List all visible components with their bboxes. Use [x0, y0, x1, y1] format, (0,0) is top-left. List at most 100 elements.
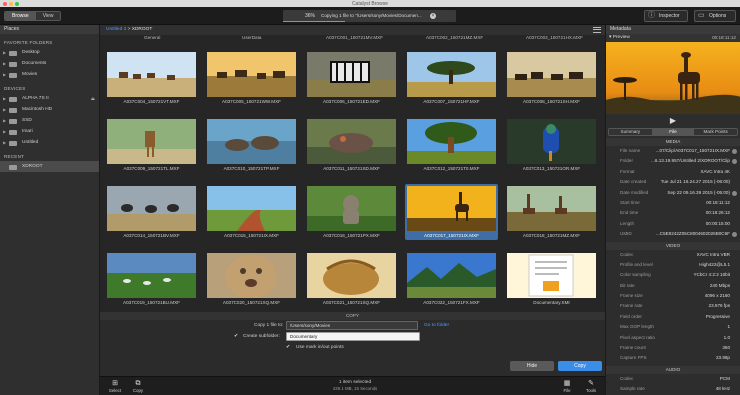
sidebar-item-label: Untitled: [22, 140, 39, 145]
metadata-row: Length 00:00:15:00: [606, 219, 740, 229]
audio-section-title: AUDIO: [606, 365, 740, 374]
use-mark-checkbox[interactable]: ✔: [286, 344, 290, 350]
sidebar-item-xdroot[interactable]: XDROOT: [0, 161, 99, 172]
eject-icon[interactable]: ⏏: [91, 93, 95, 104]
disclosure-icon[interactable]: ▶: [3, 69, 6, 80]
disclosure-icon[interactable]: ▶: [3, 58, 6, 69]
view-tab[interactable]: View: [35, 12, 61, 20]
sidebar-item-desktop[interactable]: ▶ Desktop: [0, 47, 99, 58]
info-icon[interactable]: [732, 149, 737, 154]
clip-filename: A037C015_150721IX.MXF: [224, 233, 279, 238]
clip-thumbnail[interactable]: A037C012_150721T0.MXF: [405, 117, 498, 173]
copy-toolbar-button[interactable]: ⧉ Copy: [127, 379, 149, 395]
disclosure-icon[interactable]: ▶: [3, 115, 6, 126]
clip-thumbnail[interactable]: A037C017_150721IX.MXF: [405, 184, 498, 240]
metadata-row: Pixel aspect ratio 1.0: [606, 333, 740, 343]
clip-thumbnail[interactable]: A037C016_150721PX.MXF: [305, 184, 398, 240]
disclosure-icon[interactable]: ▶: [3, 93, 6, 104]
disclosure-icon[interactable]: ▶: [3, 126, 6, 137]
sidebar-item-macintosh-hd[interactable]: ▶ Macintosh HD: [0, 104, 99, 115]
wrench-icon: ✎: [588, 380, 594, 387]
clip-filename: A037C006_150721ED.MXF: [323, 99, 380, 104]
metadata-key: Sample rate: [620, 386, 645, 392]
play-icon[interactable]: ▶: [606, 114, 740, 128]
sidebar-item-ssd[interactable]: ▶ SSD: [0, 115, 99, 126]
metadata-key: Capture FPS: [620, 355, 647, 361]
clip-label-c002[interactable]: A037C002_150721MZ.MXF: [426, 35, 483, 40]
sidebar-item-movies[interactable]: ▶ Movies: [0, 69, 99, 80]
clip-thumbnail[interactable]: A037C019_150721BU.MXF: [105, 251, 198, 307]
clip-preview-image: [207, 186, 296, 231]
sidebar-item-alpha[interactable]: ▶ ALPHA 7S II ⏏: [0, 93, 99, 104]
tools-button[interactable]: ✎ Tools: [580, 379, 602, 395]
clip-thumbnail[interactable]: A037C018_150721MZ.MXF: [505, 184, 598, 240]
sidebar-item-untitled[interactable]: ▶ Untitled: [0, 137, 99, 148]
metadata-key: End time: [620, 210, 639, 216]
subfolder-field[interactable]: Documentary: [286, 332, 420, 341]
sidebar-item-label: ALPHA 7S II: [22, 96, 49, 101]
clip-filename: A037C007_150721HF.MXF: [423, 99, 480, 104]
clip-thumbnail[interactable]: A037C022_150721FX.MXF: [405, 251, 498, 307]
clip-thumbnail[interactable]: A037C014_150721BV.MXF: [105, 184, 198, 240]
hide-button[interactable]: Hide: [510, 361, 554, 371]
clip-thumbnail[interactable]: A037C006_150721ED.MXF: [305, 50, 398, 106]
tab-file[interactable]: File: [651, 129, 695, 135]
clip-thumbnail[interactable]: A037C010_150721TP.MXF: [205, 117, 298, 173]
info-icon[interactable]: [732, 159, 737, 165]
disclosure-icon[interactable]: ▶: [3, 104, 6, 115]
sidebar-item-label: SSD: [22, 118, 32, 123]
clip-thumbnail[interactable]: A037C004_150721VT.MXF: [105, 50, 198, 106]
clip-filename: A037C018_150721MZ.MXF: [522, 233, 581, 238]
sidebar-item-imari[interactable]: ▶ Imari: [0, 126, 99, 137]
sidebar-item-label: Macintosh HD: [22, 107, 53, 112]
clip-label-c003[interactable]: A037C003_150721HX.MXF: [526, 35, 583, 40]
clip-filename: A037C022_150721FX.MXF: [423, 300, 480, 305]
options-button[interactable]: ▭ Options: [694, 10, 736, 22]
clip-preview-image: [507, 52, 596, 97]
copy-button[interactable]: Copy: [558, 361, 602, 371]
clip-thumbnail[interactable]: A037C008_150721SH.MXF: [505, 50, 598, 106]
clip-thumbnail[interactable]: A037C020_150721XQ.MXF: [205, 251, 298, 307]
go-to-folder-link[interactable]: Go to folder: [424, 323, 449, 328]
preview-timecode: 00:18:11:12: [712, 35, 736, 40]
select-button[interactable]: ⊞ Select: [104, 379, 126, 395]
sidebar-item-documents[interactable]: ▶ Documents: [0, 58, 99, 69]
clip-thumbnail[interactable]: Documentary.SMI: [505, 251, 598, 307]
clip-thumbnail[interactable]: A037C005_150721WW.MXF: [205, 50, 298, 106]
copy-panel-header: COPY: [100, 312, 605, 320]
metadata-value: 360: [722, 345, 730, 351]
file-button[interactable]: ▦ File: [556, 379, 578, 395]
tab-summary[interactable]: Summary: [609, 129, 652, 135]
tab-mark-points[interactable]: Mark Points: [694, 129, 737, 135]
inspector-button[interactable]: ⓘ Inspector: [644, 10, 688, 22]
clip-thumbnail[interactable]: A037C021_150721SQ.MXF: [305, 251, 398, 307]
disclosure-icon[interactable]: ▶: [3, 137, 6, 148]
clip-preview-image: [307, 52, 396, 97]
places-sidebar: Places FAVORITE FOLDERS ▶ Desktop ▶ Docume…: [0, 25, 100, 395]
clip-filename: A037C009_150721TL.MXF: [123, 166, 180, 171]
destination-field[interactable]: /Users/sony/Movies: [286, 321, 418, 330]
metadata-row: File name ...07/Clip/A037C017_150721IX.MX…: [606, 146, 740, 156]
metadata-key: Frame size: [620, 293, 643, 299]
clip-thumbnail[interactable]: A037C011_150721SD.MXF: [305, 117, 398, 173]
clip-thumbnail[interactable]: A037C013_150721OR.MXF: [505, 117, 598, 173]
create-subfolder-checkbox[interactable]: ✔: [234, 333, 238, 339]
list-view-icon[interactable]: [593, 27, 601, 33]
browse-tab[interactable]: Browse: [5, 12, 36, 20]
recent-section-title: RECENT: [4, 154, 25, 159]
folder-label-general[interactable]: General: [144, 35, 160, 40]
clip-thumbnail[interactable]: A037C007_150721HF.MXF: [405, 50, 498, 106]
cancel-copy-icon[interactable]: ×: [430, 13, 436, 19]
clip-preview-image: [107, 119, 196, 164]
metadata-key: Max GOP length: [620, 324, 654, 330]
folder-label-userdata[interactable]: UserData: [242, 35, 261, 40]
preview-header[interactable]: ▾ Preview 00:18:11:12: [606, 34, 740, 42]
info-icon[interactable]: [732, 190, 737, 196]
clip-thumbnail[interactable]: A037C015_150721IX.MXF: [205, 184, 298, 240]
clip-thumbnail[interactable]: A037C009_150721TL.MXF: [105, 117, 198, 173]
clip-label-c001[interactable]: A037C001_150721MV.MXF: [326, 35, 383, 40]
disclosure-icon[interactable]: ▶: [3, 47, 6, 58]
clip-preview-image: [407, 52, 496, 97]
info-icon[interactable]: [732, 232, 737, 238]
breadcrumb-parent[interactable]: Untitled 2: [106, 27, 126, 32]
